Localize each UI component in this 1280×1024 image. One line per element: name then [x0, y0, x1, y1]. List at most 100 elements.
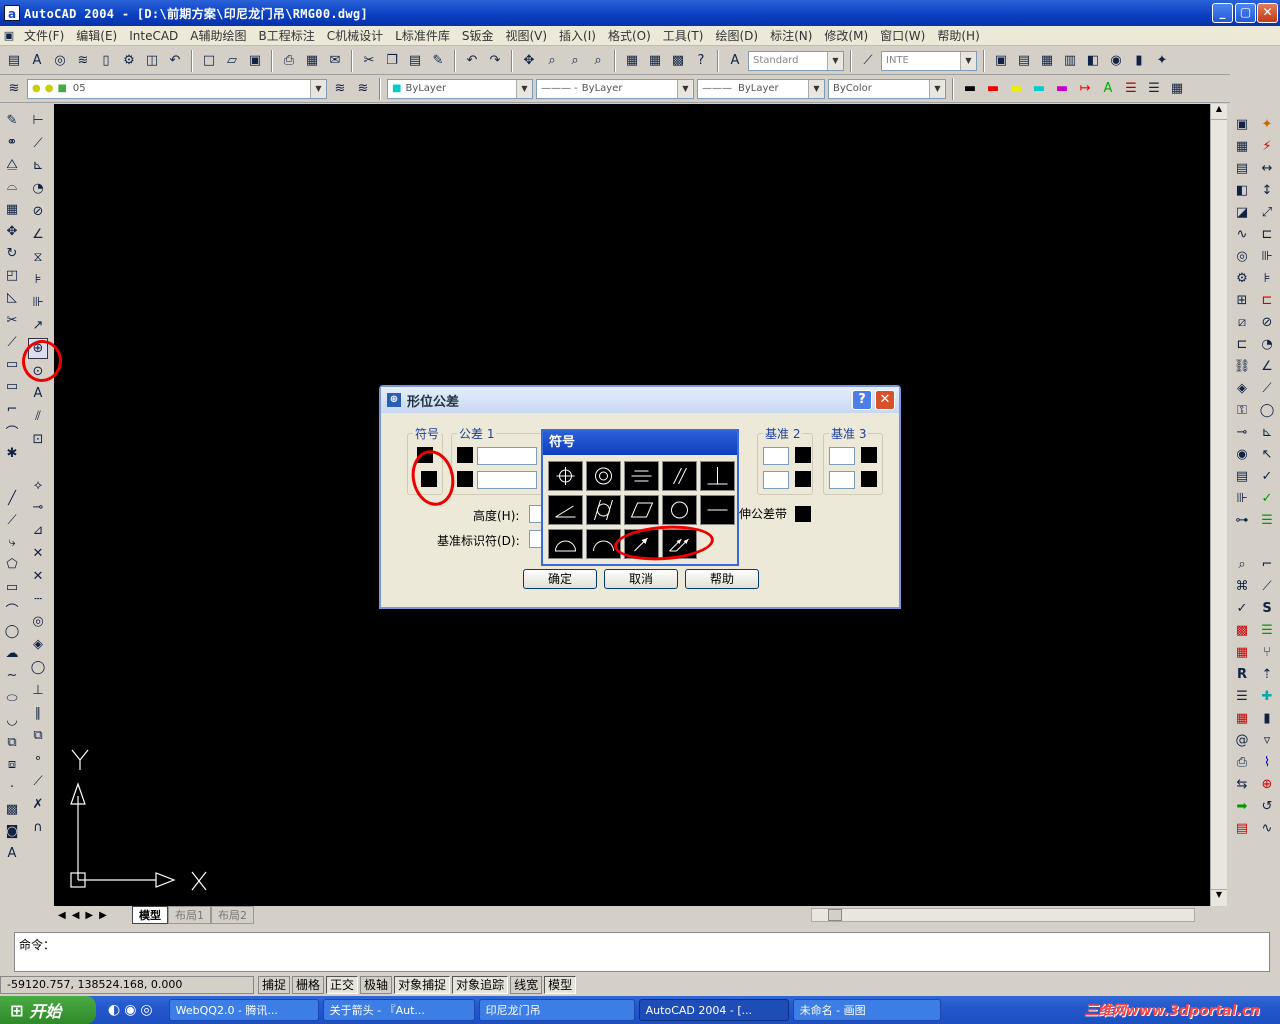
datum2-modifier[interactable]: [795, 447, 811, 463]
snap-insert-icon[interactable]: ⧉: [28, 726, 48, 747]
belt-icon[interactable]: ◈: [1232, 378, 1252, 398]
lineweight-select[interactable]: ——— ByLayer ▼: [697, 78, 825, 99]
trim-icon[interactable]: ✂: [2, 310, 22, 330]
make-current-layer-icon[interactable]: ≋: [330, 79, 350, 99]
new-file-icon[interactable]: □: [199, 51, 219, 71]
ellipse-arc-icon[interactable]: ◡: [2, 710, 22, 730]
bom-icon[interactable]: ☰: [1232, 686, 1252, 706]
radius-dim-icon[interactable]: ◔: [28, 178, 48, 199]
signal-blue-icon[interactable]: ⌇: [1257, 752, 1277, 772]
pipe-icon[interactable]: ⊪: [1232, 488, 1252, 508]
position-symbol-icon[interactable]: [548, 461, 583, 491]
line-yellow-icon[interactable]: ▬: [1006, 79, 1026, 99]
menu-item-2[interactable]: InteCAD: [123, 29, 184, 43]
part-icon[interactable]: ◧: [1232, 180, 1252, 200]
bearing-icon[interactable]: ◎: [1232, 246, 1252, 266]
cross-cyan-icon[interactable]: ✚: [1257, 686, 1277, 706]
menu-item-1[interactable]: 编辑(E): [70, 27, 123, 44]
tab-layout2[interactable]: 布局2: [211, 906, 254, 924]
snap-none-icon[interactable]: ✗: [28, 794, 48, 815]
table-icon[interactable]: ▦: [1037, 51, 1057, 71]
shaft-icon[interactable]: ⊏: [1232, 334, 1252, 354]
menu-item-4[interactable]: B工程标注: [253, 27, 321, 44]
flange-icon[interactable]: ▤: [1232, 466, 1252, 486]
circularity-symbol-icon[interactable]: [662, 495, 697, 525]
command-window[interactable]: 命令：: [14, 932, 1270, 972]
dim-text-edit-icon[interactable]: ⫽: [28, 406, 48, 427]
arc-draw-icon[interactable]: ⌒: [2, 599, 22, 619]
baseline-dim-icon[interactable]: ⊧: [28, 270, 48, 291]
red-grid-icon[interactable]: ▦: [1232, 708, 1252, 728]
menu-item-8[interactable]: 视图(V): [499, 27, 553, 44]
dim-arc-icon[interactable]: ◯: [1257, 400, 1277, 420]
layers-icon[interactable]: ≋: [4, 79, 24, 99]
status-toggle-7[interactable]: 模型: [544, 976, 577, 994]
taskbar-item-0[interactable]: WebQQ2.0 - 腾讯...: [168, 999, 319, 1021]
dim-style-icon[interactable]: ⟋: [858, 51, 878, 71]
snap-settings-icon[interactable]: ∩: [28, 817, 48, 838]
menu-item-11[interactable]: 工具(T): [657, 27, 710, 44]
projected-tolerance-toggle[interactable]: [795, 506, 811, 522]
status-toggle-3[interactable]: 极轴: [360, 976, 393, 994]
array-icon[interactable]: ▦: [2, 199, 22, 219]
vertical-scrollbar[interactable]: ▲ ▼: [1210, 104, 1227, 906]
target-red-icon[interactable]: ⊕: [1257, 774, 1277, 794]
taskbar-item-4[interactable]: 未命名 - 画图: [792, 999, 941, 1021]
library-icon[interactable]: ◧: [1083, 51, 1103, 71]
snap-endpoint-icon[interactable]: ⊸: [28, 498, 48, 519]
block-icon[interactable]: ▣: [991, 51, 1011, 71]
dim-base-icon[interactable]: ⊏: [1257, 224, 1277, 244]
seal-icon[interactable]: ◉: [1232, 444, 1252, 464]
text-style-icon[interactable]: A: [725, 51, 745, 71]
tab-layout1[interactable]: 布局1: [168, 906, 211, 924]
menu-item-16[interactable]: 帮助(H): [931, 27, 985, 44]
layer-select[interactable]: ● ● ■ 05 ▼: [27, 78, 327, 99]
zoom-previous-icon[interactable]: ⌕: [588, 51, 608, 71]
tool-palette-icon[interactable]: ▩: [668, 51, 688, 71]
print-icon[interactable]: ⎙: [279, 51, 299, 71]
linear-dim-icon[interactable]: ⊢: [28, 110, 48, 131]
taskbar-item-2[interactable]: 印尼龙门吊: [478, 999, 635, 1021]
layer-manager-icon[interactable]: ▤: [4, 51, 24, 71]
color-select[interactable]: ■ ByLayer ▼: [387, 78, 533, 99]
dim-update-icon[interactable]: ⊡: [28, 429, 48, 450]
fork-icon[interactable]: ⑂: [1257, 642, 1277, 662]
menu-item-3[interactable]: A辅助绘图: [184, 27, 252, 44]
layout-icon[interactable]: ▥: [1060, 51, 1080, 71]
undo-icon[interactable]: ↶: [462, 51, 482, 71]
insert-block-icon[interactable]: ⧉: [2, 733, 22, 753]
layer-previous-icon[interactable]: ≋: [353, 79, 373, 99]
light-icon[interactable]: ✦: [1152, 51, 1172, 71]
spring-icon[interactable]: ∿: [1232, 224, 1252, 244]
datum2-field[interactable]: [763, 447, 789, 465]
target-icon[interactable]: ◎: [50, 51, 70, 71]
paste-icon[interactable]: ▤: [405, 51, 425, 71]
datum3-field[interactable]: [829, 447, 855, 465]
straightness-symbol-icon[interactable]: [700, 495, 735, 525]
break-icon[interactable]: ▭: [2, 355, 22, 375]
scroll-up-icon[interactable]: ▲: [1211, 104, 1227, 120]
lock-icon[interactable]: ▮: [1129, 51, 1149, 71]
datum2-modifier-2[interactable]: [795, 471, 811, 487]
bolt-icon[interactable]: ⊞: [1232, 290, 1252, 310]
weld-icon[interactable]: ◪: [1232, 202, 1252, 222]
horizontal-scrollbar[interactable]: [811, 908, 1195, 922]
menu-item-10[interactable]: 格式(O): [602, 27, 657, 44]
copy-icon[interactable]: ❐: [382, 51, 402, 71]
snap-parallel-icon[interactable]: ∥: [28, 703, 48, 724]
dim-a-icon[interactable]: ⤢: [1257, 202, 1277, 222]
preview-icon[interactable]: ▦: [302, 51, 322, 71]
diameter-toggle-1[interactable]: [457, 447, 473, 463]
pan-icon[interactable]: ✥: [519, 51, 539, 71]
scale-icon[interactable]: ◰: [2, 266, 22, 286]
center-icon[interactable]: ☰: [1144, 79, 1164, 99]
ordinate-dim-icon[interactable]: ⊾: [28, 156, 48, 177]
magic-icon[interactable]: ✦: [1257, 114, 1277, 134]
datum2-field-2[interactable]: [763, 471, 789, 489]
snap-tangent-icon[interactable]: ◯: [28, 657, 48, 678]
line-red-icon[interactable]: ▬: [983, 79, 1003, 99]
fillet-icon[interactable]: ⌒: [2, 421, 22, 441]
s-icon[interactable]: S: [1257, 598, 1277, 618]
snap-center-icon[interactable]: ◎: [28, 612, 48, 633]
text-green-icon[interactable]: A: [1098, 79, 1118, 99]
